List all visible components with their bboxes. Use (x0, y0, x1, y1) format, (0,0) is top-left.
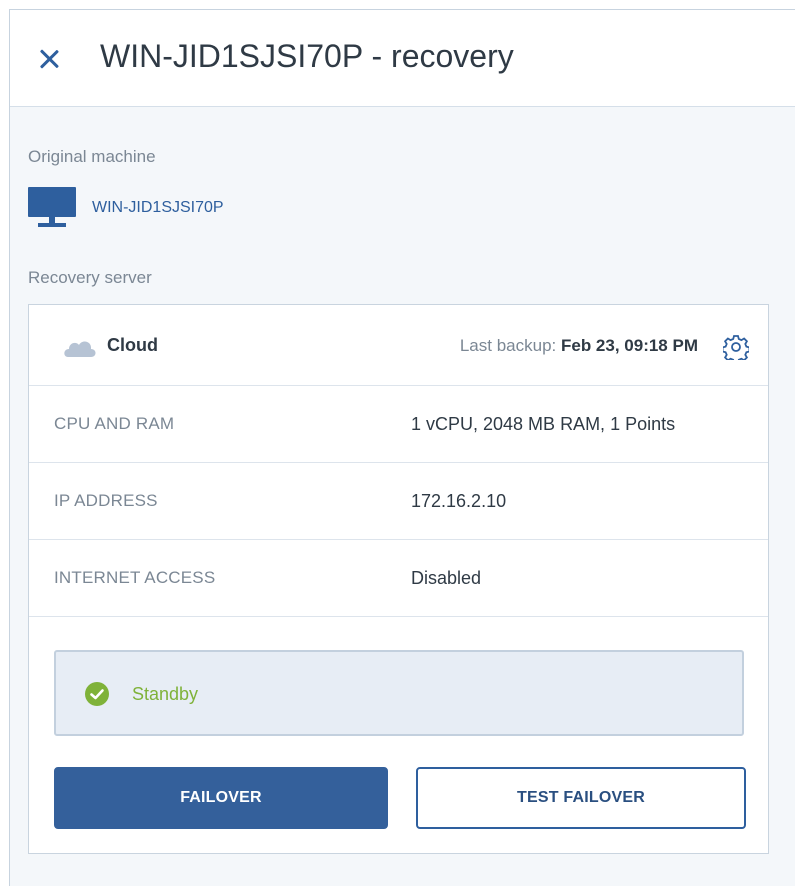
status-box: Standby (54, 650, 744, 736)
original-machine-label: Original machine (28, 147, 156, 166)
panel-header: WIN-JID1SJSI70P - recovery (10, 10, 795, 107)
original-machine-link[interactable]: WIN-JID1SJSI70P (92, 199, 224, 217)
gear-icon[interactable] (723, 334, 749, 360)
property-row-internet-access: INTERNET ACCESS Disabled (29, 540, 768, 617)
last-backup: Last backup: Feb 23, 09:18 PM (460, 336, 698, 356)
status-text: Standby (132, 684, 199, 704)
property-label: INTERNET ACCESS (54, 568, 216, 587)
original-machine-row: WIN-JID1SJSI70P (28, 187, 224, 228)
recovery-server-header: Cloud Last backup: Feb 23, 09:18 PM (29, 305, 768, 386)
failover-button[interactable]: FAILOVER (54, 767, 388, 829)
test-failover-button[interactable]: TEST FAILOVER (416, 767, 746, 829)
property-row-ip-address: IP ADDRESS 172.16.2.10 (29, 463, 768, 540)
property-value: 1 vCPU, 2048 MB RAM, 1 Points (411, 414, 676, 434)
monitor-icon (28, 187, 76, 227)
last-backup-label: Last backup: (459, 336, 557, 355)
last-backup-value: Feb 23, 09:18 PM (560, 336, 698, 355)
cloud-icon (64, 341, 96, 357)
property-value: 172.16.2.10 (411, 491, 507, 511)
property-row-cpu-ram: CPU AND RAM 1 vCPU, 2048 MB RAM, 1 Point… (29, 386, 768, 463)
check-circle-icon (85, 682, 109, 706)
cloud-location-label: Cloud (107, 335, 158, 355)
recovery-server-card: Cloud Last backup: Feb 23, 09:18 PM CPU … (28, 304, 769, 854)
close-icon[interactable] (36, 46, 62, 72)
property-label: CPU AND RAM (54, 414, 175, 433)
property-value: Disabled (411, 568, 482, 588)
recovery-server-label: Recovery server (28, 268, 152, 287)
page-title: WIN-JID1SJSI70P - recovery (100, 38, 514, 74)
property-label: IP ADDRESS (54, 491, 158, 510)
